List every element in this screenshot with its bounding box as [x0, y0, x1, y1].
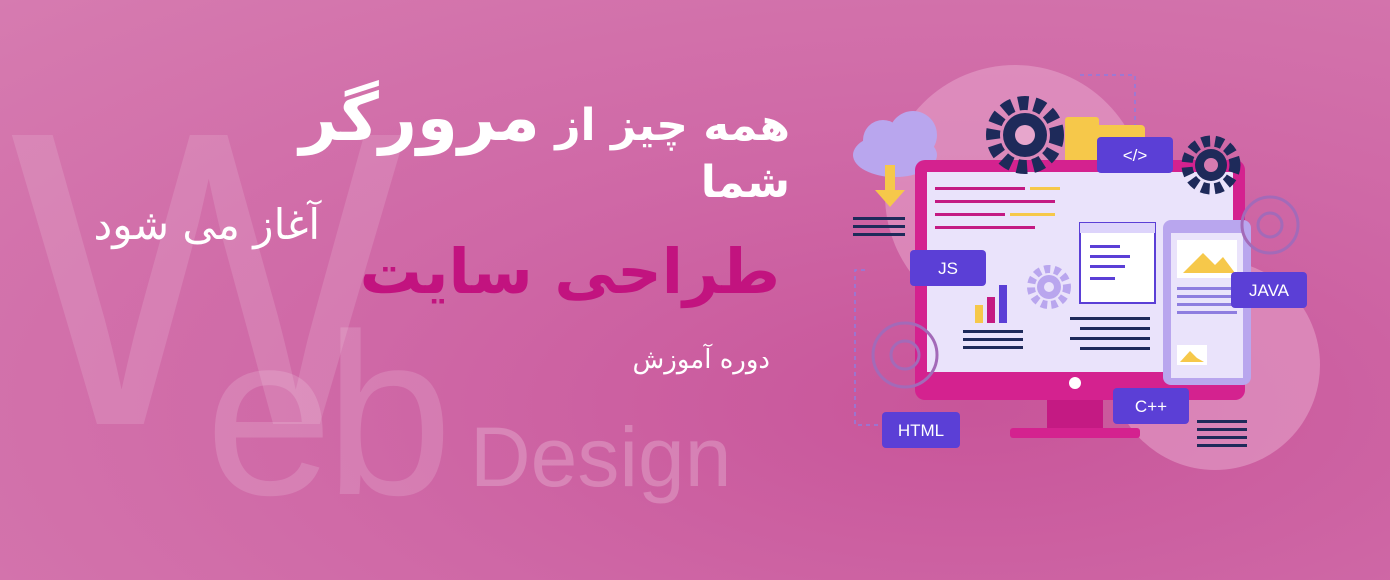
badge-java: JAVA: [1231, 272, 1307, 308]
badge-code: </>: [1097, 137, 1173, 173]
badge-html-label: HTML: [898, 421, 944, 440]
course-label: دوره آموزش: [632, 345, 770, 375]
dashed-line-left: [854, 269, 880, 426]
badge-js: JS: [910, 250, 986, 286]
headline-big-word: مرورگر: [299, 79, 540, 156]
headline-part-2: شما: [700, 157, 790, 209]
badge-html: HTML: [882, 412, 960, 448]
headline-part-1: همه چیز از: [539, 100, 790, 151]
watermark-design-word: Design: [470, 410, 732, 504]
subline: آغاز می شود: [93, 200, 320, 249]
headline: همه چیز از مرورگر شما: [220, 78, 791, 210]
badge-java-label: JAVA: [1249, 281, 1290, 300]
page-title: طراحی سایت: [359, 235, 780, 308]
badge-cpp: C++: [1113, 388, 1189, 424]
web-design-illustration: </> JS JAVA HTML C++: [853, 65, 1320, 470]
badge-js-label: JS: [938, 259, 958, 278]
badge-cpp-label: C++: [1135, 397, 1167, 416]
watermark-letters-eb: eb: [205, 286, 453, 543]
badge-code-label: </>: [1123, 146, 1148, 165]
code-window: [1079, 222, 1156, 304]
